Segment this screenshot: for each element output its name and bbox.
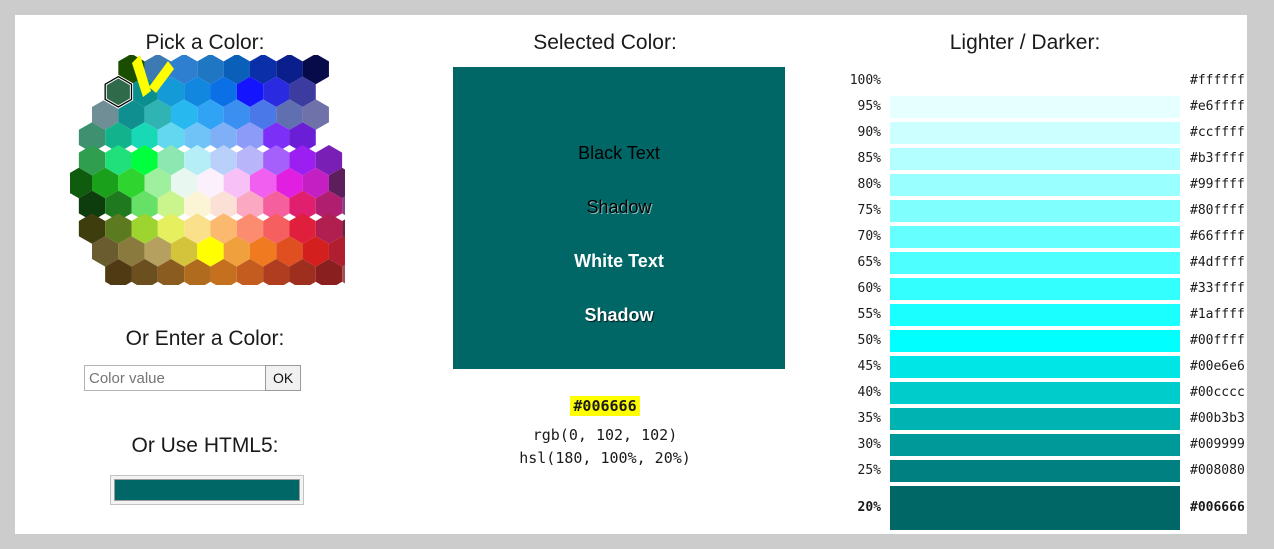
shade-percent-label: 85%: [857, 151, 881, 166]
shade-row[interactable]: 75% #80ffff: [815, 200, 1247, 222]
or-enter-a-color-heading: Or Enter a Color:: [125, 327, 285, 350]
shade-percent-label: 100%: [849, 73, 881, 88]
pick-a-color-heading: Pick a Color:: [145, 31, 265, 54]
shade-percent-label: 50%: [857, 333, 881, 348]
html5-color-input[interactable]: [110, 475, 304, 505]
shade-row[interactable]: 50% #00ffff: [815, 330, 1247, 352]
shade-row[interactable]: 25% #008080: [815, 460, 1247, 482]
shade-row[interactable]: 90% #ccffff: [815, 122, 1247, 144]
selected-hsl-value[interactable]: hsl(180, 100%, 20%): [395, 449, 815, 467]
shade-row[interactable]: 60% #33ffff: [815, 278, 1247, 300]
shade-color-bar[interactable]: [890, 226, 1180, 248]
shade-color-bar[interactable]: [890, 278, 1180, 300]
shade-row[interactable]: 70% #66ffff: [815, 226, 1247, 248]
shade-hex-label[interactable]: #00e6e6: [1190, 356, 1245, 378]
shade-percent-label: 60%: [857, 281, 881, 296]
shade-percent-label: 55%: [857, 307, 881, 322]
shade-color-bar[interactable]: [890, 148, 1180, 170]
shade-percent-label: 80%: [857, 177, 881, 192]
page-content: Pick a Color: Or Enter a Color: OK: [15, 15, 1247, 534]
lighter-darker-heading: Lighter / Darker:: [949, 31, 1101, 54]
black-text-sample: Black Text: [578, 143, 660, 163]
shade-hex-label[interactable]: #00cccc: [1190, 382, 1245, 404]
shade-color-bar[interactable]: [890, 382, 1180, 404]
shade-hex-label[interactable]: #4dffff: [1190, 252, 1245, 274]
shade-hex-label[interactable]: #008080: [1190, 460, 1245, 482]
shade-color-bar[interactable]: [890, 96, 1180, 118]
shade-percent-label: 45%: [857, 359, 881, 374]
shade-color-bar[interactable]: [890, 70, 1180, 92]
color-value-input[interactable]: [84, 365, 266, 391]
selected-hex-value[interactable]: #006666: [395, 396, 815, 416]
shade-hex-label[interactable]: #1affff: [1190, 304, 1245, 326]
hexagonal-color-wheel[interactable]: [70, 55, 345, 285]
shade-percent-label: 95%: [857, 99, 881, 114]
shade-row[interactable]: 85% #b3ffff: [815, 148, 1247, 170]
shade-percent-label: 20%: [857, 500, 881, 515]
selected-color-heading: Selected Color:: [533, 31, 677, 54]
shade-color-bar[interactable]: [890, 460, 1180, 482]
white-text-sample: White Text: [574, 251, 664, 271]
shade-row[interactable]: 20% #006666: [815, 486, 1247, 530]
shade-percent-label: 75%: [857, 203, 881, 218]
or-use-html5-heading: Or Use HTML5:: [131, 434, 279, 457]
shade-percent-label: 30%: [857, 437, 881, 452]
selected-rgb-value[interactable]: rgb(0, 102, 102): [395, 426, 815, 444]
shade-hex-label[interactable]: #b3ffff: [1190, 148, 1245, 170]
shade-row[interactable]: 30% #009999: [815, 434, 1247, 456]
shade-row[interactable]: 100% #ffffff: [815, 70, 1247, 92]
shade-hex-label[interactable]: #66ffff: [1190, 226, 1245, 248]
shade-percent-label: 35%: [857, 411, 881, 426]
shade-row[interactable]: 65% #4dffff: [815, 252, 1247, 274]
shade-row[interactable]: 45% #00e6e6: [815, 356, 1247, 378]
black-shadow-text-sample: Shadow: [586, 197, 652, 217]
shade-color-bar[interactable]: [890, 252, 1180, 274]
html5-color-swatch: [114, 479, 300, 501]
shade-hex-label[interactable]: #80ffff: [1190, 200, 1245, 222]
selected-color-swatch: Black Text Shadow White Text Shadow: [453, 67, 785, 369]
shade-color-bar[interactable]: [890, 122, 1180, 144]
white-shadow-text-sample: Shadow: [584, 305, 654, 325]
shade-color-bar[interactable]: [890, 486, 1180, 530]
shade-hex-label[interactable]: #ccffff: [1190, 122, 1245, 144]
shade-hex-label[interactable]: #009999: [1190, 434, 1245, 456]
selected-hex-text: #006666: [570, 396, 640, 416]
shade-color-bar[interactable]: [890, 200, 1180, 222]
shade-percent-label: 70%: [857, 229, 881, 244]
shade-row[interactable]: 80% #99ffff: [815, 174, 1247, 196]
shade-hex-label[interactable]: #ffffff: [1190, 70, 1245, 92]
shade-row[interactable]: 40% #00cccc: [815, 382, 1247, 404]
shade-hex-label[interactable]: #e6ffff: [1190, 96, 1245, 118]
ok-button[interactable]: OK: [265, 365, 302, 391]
shade-color-bar[interactable]: [890, 356, 1180, 378]
shade-hex-label[interactable]: #00b3b3: [1190, 408, 1245, 430]
shade-color-bar[interactable]: [890, 330, 1180, 352]
color-wheel-svg[interactable]: [70, 55, 345, 285]
shade-hex-label[interactable]: #00ffff: [1190, 330, 1245, 352]
shade-percent-label: 25%: [857, 463, 881, 478]
color-entry-row: OK: [84, 365, 302, 391]
shade-hex-label[interactable]: #006666: [1190, 486, 1245, 530]
shade-hex-label[interactable]: #99ffff: [1190, 174, 1245, 196]
shade-percent-label: 40%: [857, 385, 881, 400]
shade-color-bar[interactable]: [890, 434, 1180, 456]
shade-color-bar[interactable]: [890, 408, 1180, 430]
shade-row[interactable]: 95% #e6ffff: [815, 96, 1247, 118]
shade-hex-label[interactable]: #33ffff: [1190, 278, 1245, 300]
shade-percent-label: 65%: [857, 255, 881, 270]
shade-row[interactable]: 55% #1affff: [815, 304, 1247, 326]
shade-row[interactable]: 35% #00b3b3: [815, 408, 1247, 430]
shade-list: 100% #ffffff 95% #e6ffff 90% #ccffff 85% #b3fff…: [815, 70, 1247, 534]
shade-color-bar[interactable]: [890, 174, 1180, 196]
shade-color-bar[interactable]: [890, 304, 1180, 326]
shade-percent-label: 90%: [857, 125, 881, 140]
